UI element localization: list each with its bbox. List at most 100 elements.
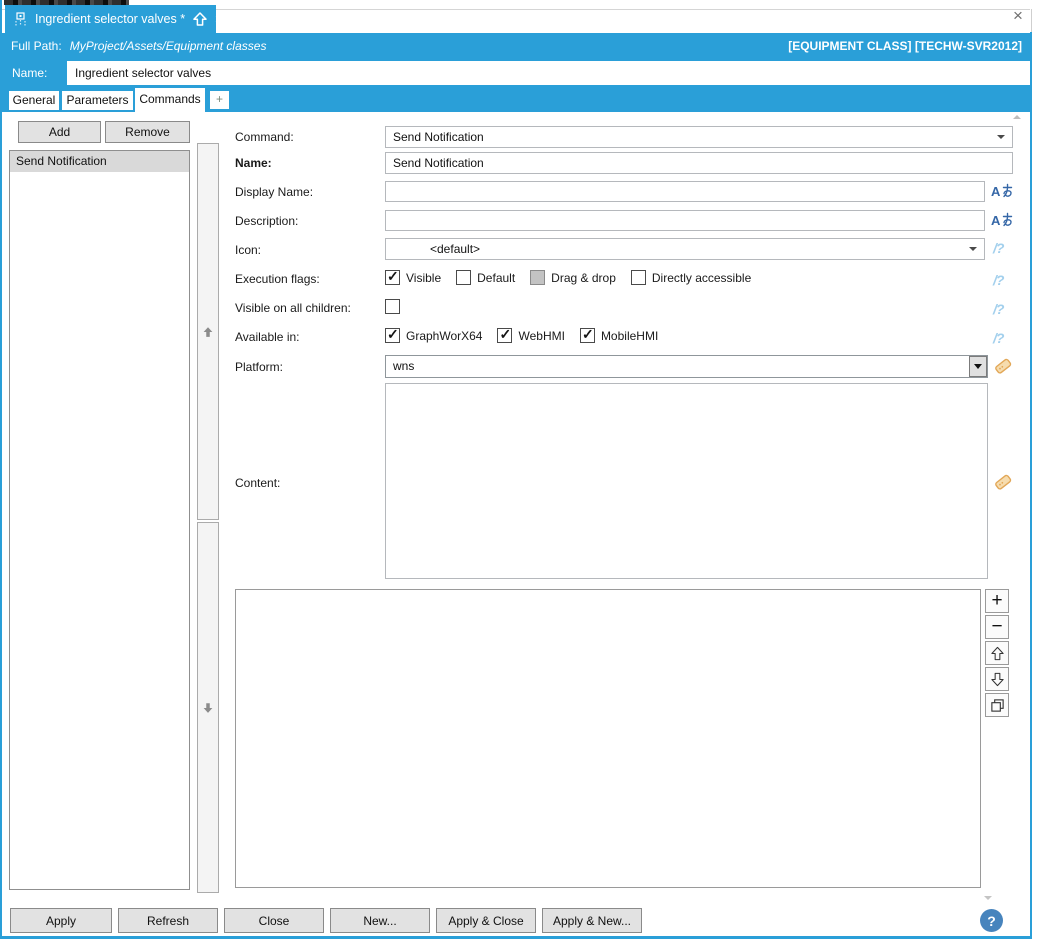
svg-text:A: A xyxy=(991,213,1001,228)
tab-commands[interactable]: Commands xyxy=(135,88,205,112)
refresh-button[interactable]: Refresh xyxy=(118,908,218,933)
window-close-icon[interactable]: × xyxy=(1013,8,1023,24)
command-combobox-value: Send Notification xyxy=(393,130,484,144)
checkbox-visible[interactable]: Visible xyxy=(385,270,441,285)
down-arrow-icon xyxy=(990,672,1005,687)
equipment-name-input[interactable] xyxy=(67,61,1030,85)
up-arrow-icon xyxy=(990,646,1005,661)
apply-and-new-button[interactable]: Apply & New... xyxy=(542,908,642,933)
tabrow-right-divider xyxy=(1031,9,1032,32)
tab-general[interactable]: General xyxy=(9,91,59,110)
command-list[interactable]: Send Notification xyxy=(9,150,190,890)
chevron-down-icon xyxy=(997,135,1005,139)
localization-icon[interactable]: A xyxy=(991,212,1013,233)
checkbox-box[interactable] xyxy=(385,270,400,285)
document-tab-title: Ingredient selector valves * xyxy=(35,12,185,26)
expression-icon[interactable]: /? xyxy=(993,240,1003,256)
up-arrow-icon xyxy=(201,325,215,339)
available-in-group: GraphWorX64 WebHMI MobileHMI xyxy=(385,328,673,343)
command-list-item[interactable]: Send Notification xyxy=(10,151,189,172)
window-border-right xyxy=(1030,32,1032,938)
apply-and-close-button[interactable]: Apply & Close xyxy=(436,908,536,933)
equipment-class-icon xyxy=(13,12,28,27)
full-path-bar: Full Path: MyProject/Assets/Equipment cl… xyxy=(2,33,1030,59)
command-name-label: Name: xyxy=(235,156,272,170)
help-icon[interactable]: ? xyxy=(980,909,1003,932)
content-label: Content: xyxy=(235,476,280,490)
execution-flags-label: Execution flags: xyxy=(235,272,320,286)
checkbox-default[interactable]: Default xyxy=(456,270,515,285)
platform-combobox[interactable]: wns xyxy=(385,355,988,378)
checkbox-box[interactable] xyxy=(580,328,595,343)
name-bar: Name: xyxy=(2,59,1030,87)
dropdown-button[interactable] xyxy=(969,356,987,377)
checkbox-box[interactable] xyxy=(631,270,646,285)
checkbox-webhmi[interactable]: WebHMI xyxy=(497,328,564,343)
content-textarea[interactable] xyxy=(385,383,988,579)
description-label: Description: xyxy=(235,214,298,228)
chevron-down-icon xyxy=(969,247,977,251)
tag-icon[interactable] xyxy=(994,473,1012,496)
apply-button[interactable]: Apply xyxy=(10,908,112,933)
execution-flags-group: Visible Default Drag & drop Directly acc… xyxy=(385,270,766,285)
description-input[interactable] xyxy=(385,210,985,231)
context-badge: [EQUIPMENT CLASS] [TECHW-SVR2012] xyxy=(788,39,1022,53)
list-remove-button[interactable]: − xyxy=(985,615,1009,639)
visible-on-all-children-label: Visible on all children: xyxy=(235,301,351,315)
expression-icon[interactable]: /? xyxy=(993,272,1003,288)
full-path-value: MyProject/Assets/Equipment classes xyxy=(70,39,267,53)
tag-icon[interactable] xyxy=(994,357,1012,380)
down-arrow-icon xyxy=(201,701,215,715)
checkbox-visible-on-all-children[interactable] xyxy=(385,299,406,314)
name-bar-label: Name: xyxy=(12,66,47,80)
document-tab[interactable]: Ingredient selector valves * × xyxy=(5,5,216,33)
svg-text:A: A xyxy=(991,184,1001,199)
checkbox-mobilehmi[interactable]: MobileHMI xyxy=(580,328,658,343)
command-name-input[interactable] xyxy=(385,152,1013,174)
move-up-button[interactable] xyxy=(197,143,219,520)
full-path-label: Full Path: xyxy=(11,39,62,53)
window-border-bottom xyxy=(0,936,1032,939)
checkbox-box[interactable] xyxy=(456,270,471,285)
display-name-label: Display Name: xyxy=(235,185,313,199)
chevron-down-icon xyxy=(974,364,982,369)
tab-parameters[interactable]: Parameters xyxy=(62,91,133,110)
display-name-input[interactable] xyxy=(385,181,985,202)
promote-icon[interactable] xyxy=(192,11,208,27)
editor-tab-strip: General Parameters Commands + xyxy=(2,87,1030,112)
add-command-button[interactable]: Add xyxy=(18,121,101,143)
checkbox-box[interactable] xyxy=(385,328,400,343)
scroll-up-arrow-icon[interactable] xyxy=(1013,115,1021,119)
scroll-down-arrow-icon[interactable] xyxy=(984,896,992,900)
new-button[interactable]: New... xyxy=(330,908,430,933)
command-combobox[interactable]: Send Notification xyxy=(385,126,1013,148)
icon-combobox[interactable]: <default> xyxy=(385,238,985,260)
document-tab-close-icon[interactable]: × xyxy=(215,12,224,27)
localization-icon[interactable]: A xyxy=(991,183,1013,204)
expression-icon[interactable]: /? xyxy=(993,301,1003,317)
list-duplicate-button[interactable] xyxy=(985,693,1009,717)
workbench-dialog: × Ingredient selector valves * × Full Pa… xyxy=(0,0,1039,943)
platform-combobox-value: wns xyxy=(393,359,414,373)
checkbox-drag-and-drop[interactable]: Drag & drop xyxy=(530,270,616,285)
list-add-button[interactable]: + xyxy=(985,589,1009,613)
checkbox-box[interactable] xyxy=(530,270,545,285)
triggers-list[interactable] xyxy=(235,589,981,888)
checkbox-box[interactable] xyxy=(497,328,512,343)
checkbox-box[interactable] xyxy=(385,299,400,314)
remove-command-button[interactable]: Remove xyxy=(105,121,190,143)
visible-on-all-children-group xyxy=(385,299,421,314)
icon-combobox-value: <default> xyxy=(430,242,480,256)
expression-icon[interactable]: /? xyxy=(993,330,1003,346)
add-tab-button[interactable]: + xyxy=(210,91,229,109)
checkbox-graphworx64[interactable]: GraphWorX64 xyxy=(385,328,482,343)
command-label: Command: xyxy=(235,130,294,144)
available-in-label: Available in: xyxy=(235,330,300,344)
move-down-button[interactable] xyxy=(197,522,219,893)
list-move-up-button[interactable] xyxy=(985,641,1009,665)
platform-label: Platform: xyxy=(235,360,283,374)
footer-bar: Apply Refresh Close New... Apply & Close… xyxy=(2,904,1030,936)
close-button[interactable]: Close xyxy=(224,908,324,933)
checkbox-directly-accessible[interactable]: Directly accessible xyxy=(631,270,751,285)
list-move-down-button[interactable] xyxy=(985,667,1009,691)
